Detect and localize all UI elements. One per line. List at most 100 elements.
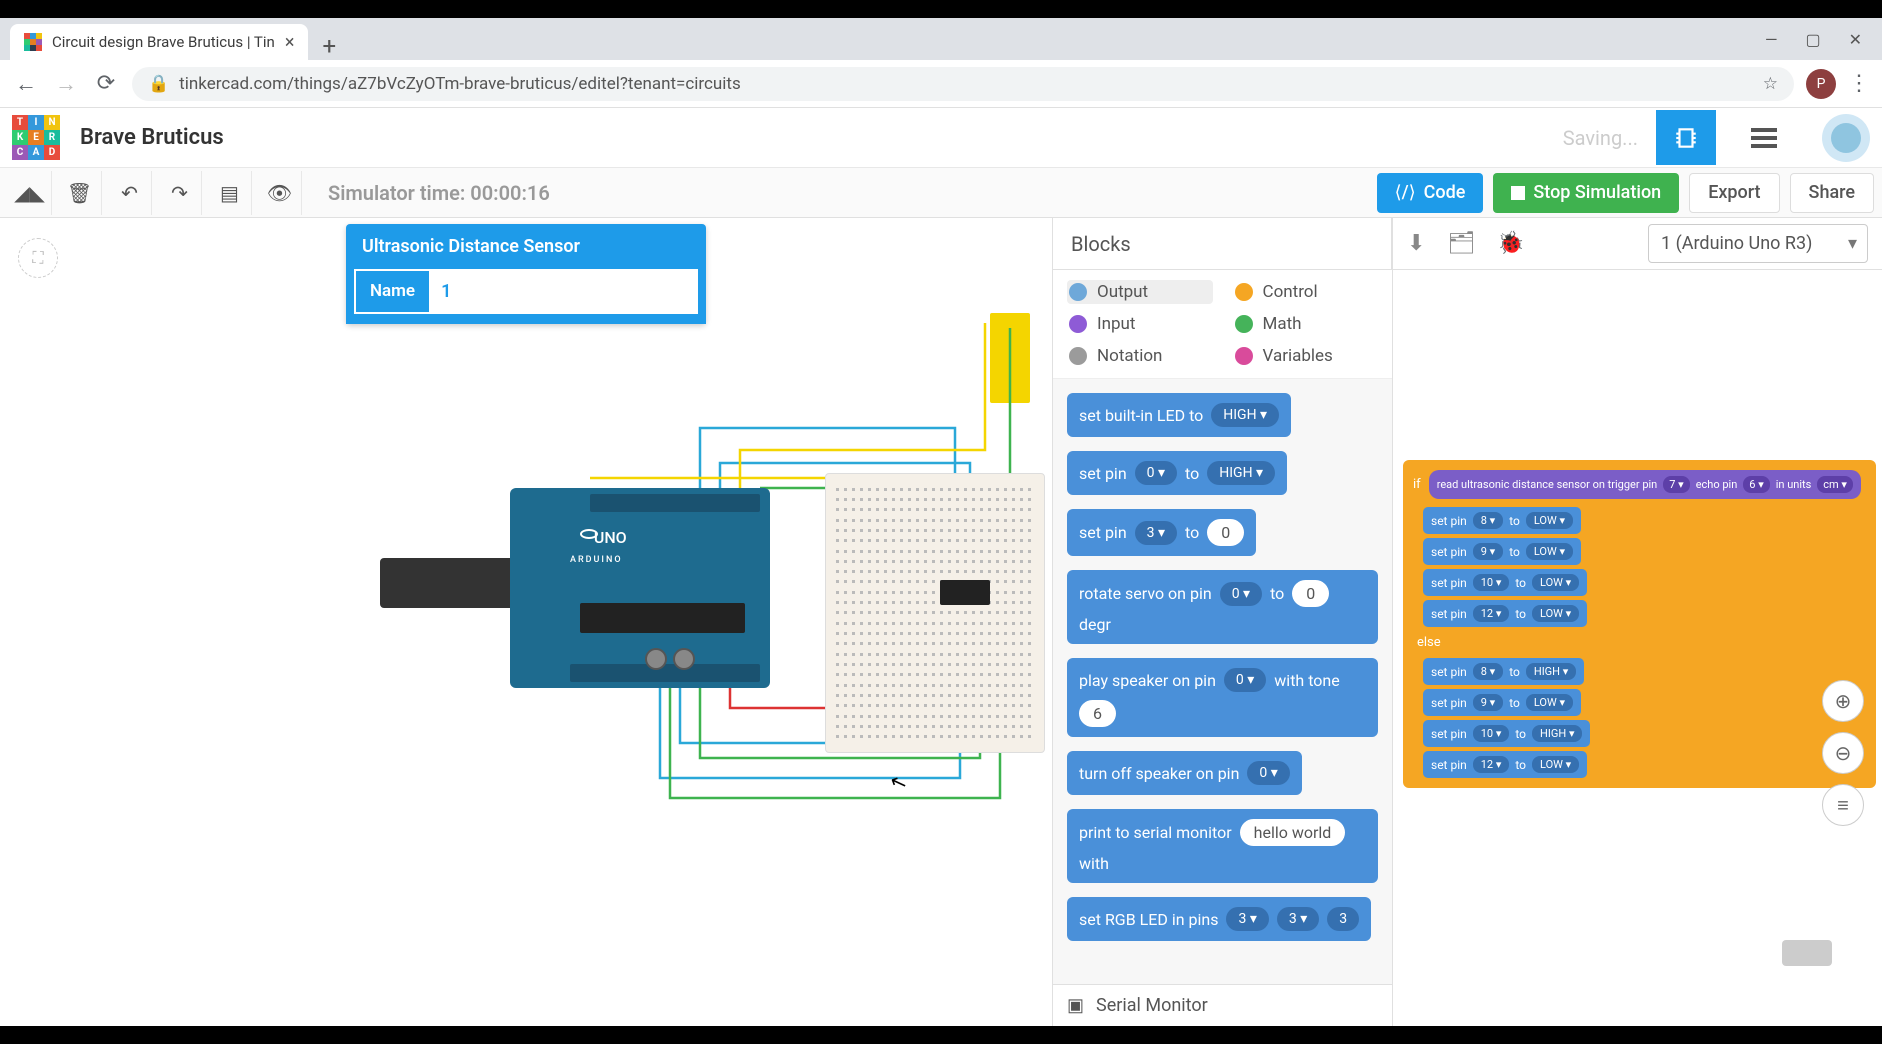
- zoom-fit-button[interactable]: ≡: [1822, 784, 1864, 826]
- chip-icon: [1673, 125, 1699, 151]
- script-panel: ⬇ 🗂 🐞 1 (Arduino Uno R3) if read ultraso…: [1392, 218, 1882, 1026]
- zoom-out-button[interactable]: ⊖: [1822, 732, 1864, 774]
- fit-view-icon[interactable]: ⛶: [18, 238, 58, 278]
- tab-title: Circuit design Brave Bruticus | Tin: [52, 33, 275, 51]
- ic-chip-l293d[interactable]: [940, 580, 990, 605]
- redo-button[interactable]: ↷: [158, 171, 202, 215]
- profile-avatar[interactable]: P: [1806, 69, 1836, 99]
- palette-block[interactable]: rotate servo on pin0 ▾to0degr: [1067, 570, 1378, 644]
- undo-button[interactable]: ↶: [108, 171, 152, 215]
- category-variables[interactable]: Variables: [1233, 344, 1379, 368]
- set-pin-block[interactable]: set pin9 ▾toLOW ▾: [1423, 538, 1581, 565]
- stop-icon: [1511, 186, 1525, 200]
- close-tab-icon[interactable]: ×: [285, 32, 295, 53]
- board-label: UNOARDUINO: [570, 528, 627, 566]
- browser-menu-icon[interactable]: ⋮: [1848, 71, 1870, 96]
- palette-block[interactable]: play speaker on pin0 ▾with tone6: [1067, 658, 1378, 737]
- components-list-button[interactable]: [1734, 110, 1794, 165]
- tinkercad-favicon-icon: [24, 33, 42, 51]
- debug-icon[interactable]: 🐞: [1497, 231, 1524, 256]
- new-tab-button[interactable]: +: [308, 32, 350, 60]
- script-canvas[interactable]: if read ultrasonic distance sensor on tr…: [1393, 270, 1882, 1026]
- category-math[interactable]: Math: [1233, 312, 1379, 336]
- usb-cable: [380, 558, 530, 608]
- category-control[interactable]: Control: [1233, 280, 1379, 304]
- set-pin-block[interactable]: set pin8 ▾toLOW ▾: [1423, 507, 1581, 534]
- category-notation[interactable]: Notation: [1067, 344, 1213, 368]
- canvas-area: ⛶ Ultrasonic Distance Sensor Name: [0, 218, 1882, 1026]
- maximize-icon[interactable]: ▢: [1805, 30, 1820, 49]
- delete-button[interactable]: 🗑: [58, 171, 102, 215]
- browser-tab[interactable]: Circuit design Brave Bruticus | Tin ×: [10, 24, 308, 60]
- list-icon: [1751, 128, 1777, 148]
- export-button[interactable]: Export: [1689, 173, 1779, 213]
- set-pin-block[interactable]: set pin10 ▾toLOW ▾: [1423, 569, 1587, 596]
- sensor-read-block[interactable]: read ultrasonic distance sensor on trigg…: [1429, 470, 1861, 499]
- horizontal-scrollbar[interactable]: [1782, 940, 1832, 966]
- user-avatar[interactable]: [1822, 114, 1870, 162]
- serial-monitor-icon: ▣: [1067, 995, 1084, 1016]
- circuit-view-button[interactable]: [1656, 110, 1716, 165]
- mouse-cursor-icon: ↖: [886, 768, 910, 796]
- forward-icon: →: [52, 70, 80, 98]
- arduino-board: UNOARDUINO: [510, 488, 770, 688]
- category-dot-icon: [1069, 347, 1087, 365]
- name-field-input[interactable]: [429, 269, 698, 314]
- category-dot-icon: [1235, 283, 1253, 301]
- if-block[interactable]: if read ultrasonic distance sensor on tr…: [1403, 460, 1876, 788]
- lock-icon: 🔒: [148, 74, 169, 94]
- palette-block[interactable]: set built-in LED toHIGH ▾: [1067, 393, 1291, 437]
- browser-tabbar: Circuit design Brave Bruticus | Tin × + …: [0, 18, 1882, 60]
- saving-status: Saving...: [1563, 126, 1638, 150]
- visibility-button[interactable]: 👁: [258, 171, 302, 215]
- share-button[interactable]: Share: [1790, 173, 1874, 213]
- palette-block[interactable]: turn off speaker on pin0 ▾: [1067, 751, 1302, 795]
- address-bar: ← → ⟳ 🔒 tinkercad.com/things/aZ7bVcZyOTm…: [0, 60, 1882, 108]
- breadboard[interactable]: [825, 473, 1045, 753]
- minimize-icon[interactable]: —: [1765, 30, 1778, 49]
- url-text: tinkercad.com/things/aZ7bVcZyOTm-brave-b…: [179, 74, 741, 94]
- set-pin-block[interactable]: set pin9 ▾toLOW ▾: [1423, 689, 1581, 716]
- component-inspector: Ultrasonic Distance Sensor Name: [346, 224, 706, 324]
- palette-block[interactable]: set RGB LED in pins3 ▾3 ▾3: [1067, 897, 1371, 941]
- set-pin-block[interactable]: set pin8 ▾toHIGH ▾: [1423, 658, 1584, 685]
- close-window-icon[interactable]: ✕: [1849, 30, 1862, 49]
- tinkercad-logo-icon[interactable]: TIN KER CAD: [12, 115, 62, 160]
- circuit-workspace[interactable]: ⛶ Ultrasonic Distance Sensor Name: [0, 218, 1052, 1026]
- app-header: TIN KER CAD Brave Bruticus Saving...: [0, 108, 1882, 168]
- device-select[interactable]: 1 (Arduino Uno R3): [1648, 224, 1868, 263]
- zoom-in-button[interactable]: ⊕: [1822, 680, 1864, 722]
- name-field-label: Name: [354, 269, 429, 314]
- document-title[interactable]: Brave Bruticus: [80, 125, 224, 150]
- arduino-uno[interactable]: UNOARDUINO: [380, 488, 820, 698]
- code-button[interactable]: ⟨/⟩ Code: [1377, 173, 1484, 213]
- download-icon[interactable]: ⬇: [1407, 231, 1425, 256]
- set-pin-block[interactable]: set pin10 ▾toHIGH ▾: [1423, 720, 1590, 747]
- blocks-panel-title[interactable]: Blocks: [1053, 218, 1392, 270]
- category-dot-icon: [1235, 347, 1253, 365]
- palette-block[interactable]: print to serial monitorhello worldwith: [1067, 809, 1378, 883]
- url-field[interactable]: 🔒 tinkercad.com/things/aZ7bVcZyOTm-brave…: [132, 67, 1794, 101]
- code-icon: ⟨/⟩: [1395, 182, 1416, 203]
- bookmark-star-icon[interactable]: ☆: [1763, 74, 1778, 94]
- category-output[interactable]: Output: [1067, 280, 1213, 304]
- category-input[interactable]: Input: [1067, 312, 1213, 336]
- editor-toolbar: ◢◣ 🗑 ↶ ↷ ▤ 👁 Simulator time: 00:00:16 ⟨/…: [0, 168, 1882, 218]
- notes-button[interactable]: ▤: [208, 171, 252, 215]
- serial-monitor-toggle[interactable]: ▣ Serial Monitor: [1053, 984, 1392, 1026]
- component-motor-top[interactable]: [990, 313, 1030, 403]
- set-pin-block[interactable]: set pin12 ▾toLOW ▾: [1423, 751, 1587, 778]
- set-pin-block[interactable]: set pin12 ▾toLOW ▾: [1423, 600, 1587, 627]
- library-icon[interactable]: 🗂: [1447, 231, 1475, 256]
- simulator-time: Simulator time: 00:00:16: [328, 181, 550, 205]
- rotate-component-button[interactable]: ◢◣: [8, 171, 52, 215]
- code-blocks-panel: Blocks Output Control Input Math Notation Var…: [1052, 218, 1392, 1026]
- palette-block[interactable]: set pin3 ▾to0: [1067, 509, 1256, 556]
- stop-simulation-button[interactable]: Stop Simulation: [1493, 173, 1679, 213]
- reload-icon[interactable]: ⟳: [92, 70, 120, 98]
- category-dot-icon: [1069, 283, 1087, 301]
- category-dot-icon: [1235, 315, 1253, 333]
- palette-block[interactable]: set pin0 ▾toHIGH ▾: [1067, 451, 1287, 495]
- back-icon[interactable]: ←: [12, 70, 40, 98]
- inspector-title: Ultrasonic Distance Sensor: [346, 224, 706, 269]
